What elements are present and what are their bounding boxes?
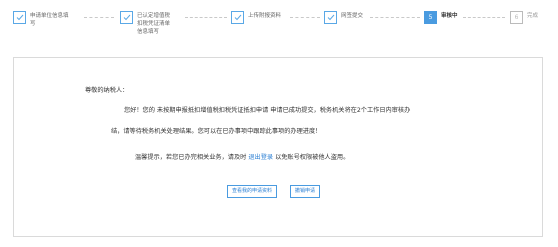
step-6-number: 6 <box>510 11 523 24</box>
step-5-number: 5 <box>424 11 437 24</box>
step-1-label: 申请单位信息填 <box>30 13 69 19</box>
step-1: 申请单位信息填写 <box>13 11 69 28</box>
step-6: 6 完成 <box>510 11 538 24</box>
step-5-label: 审核中 <box>441 13 458 19</box>
step-2-label-2: 扣税凭证清单 <box>137 21 171 27</box>
tip-suffix: 以免账号权限被他人盗用。 <box>275 154 350 161</box>
step-1-label-2: 写 <box>30 21 36 27</box>
step-4-label: 网签提交 <box>341 13 364 19</box>
step-5: 5 审核中 <box>424 11 458 24</box>
step-4: 网签提交 <box>324 11 363 24</box>
step-connector <box>185 17 227 18</box>
step-6-label: 完成 <box>527 13 539 19</box>
greeting-text: 尊敬的纳税人： <box>85 87 129 94</box>
result-panel: 尊敬的纳税人： 您好！您的 未按期申报抵扣增值税扣税凭证抵扣申请 申请已成功提交… <box>13 57 543 237</box>
check-icon <box>324 11 337 24</box>
submitted-message: 您好！您的 未按期申报抵扣增值税扣税凭证抵扣申请 申请已成功提交，税务机关将在2… <box>124 107 411 114</box>
step-connector <box>290 17 320 18</box>
step-connector <box>84 17 114 18</box>
submitted-message-cont: 结，请等待税务机关处理结果。您可以在已办事项中跟踪此事项的办理进度！ <box>111 128 322 135</box>
logout-link[interactable]: 退出登录 <box>248 154 273 161</box>
tip-text: 温馨提示，若您已办完相关业务，请及时 退出登录 以免账号权限被他人盗用。 <box>135 152 349 161</box>
check-icon <box>13 11 26 24</box>
check-icon <box>231 11 244 24</box>
step-connector <box>370 17 420 18</box>
revoke-application-button[interactable]: 撤销申请 <box>290 185 321 198</box>
check-icon <box>120 11 133 24</box>
step-3: 上传附报资料 <box>231 11 281 24</box>
progress-steps: 申请单位信息填写 已认定增值税 扣税凭证清单 信息填写 上传附报资料 网签提交 5 … <box>0 0 558 50</box>
step-connector <box>463 17 505 18</box>
tip-prefix: 温馨提示，若您已办完相关业务，请及时 <box>135 154 247 161</box>
view-application-button[interactable]: 查看我的申请资料 <box>227 185 278 198</box>
step-2-label: 已认定增值税 <box>137 13 171 19</box>
step-2: 已认定增值税 扣税凭证清单 信息填写 <box>120 11 170 36</box>
step-2-label-3: 信息填写 <box>137 29 160 35</box>
step-3-label: 上传附报资料 <box>248 13 282 19</box>
